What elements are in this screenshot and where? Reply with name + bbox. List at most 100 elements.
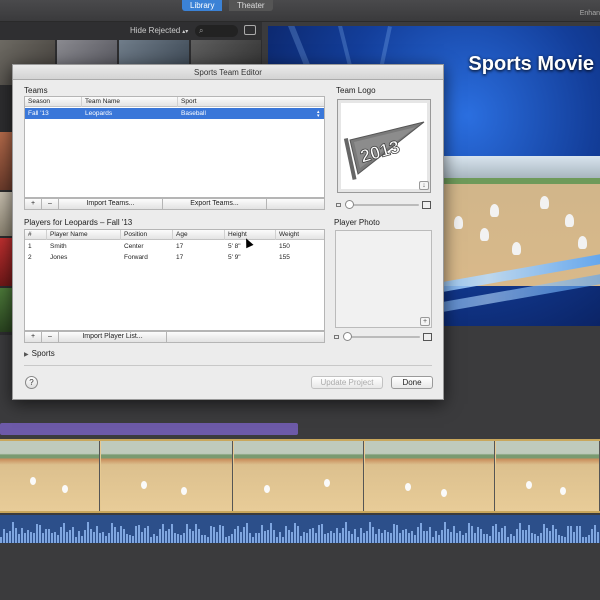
audio-waveform[interactable] xyxy=(0,515,600,543)
team-row[interactable]: Fall '13 Leopards Baseball ▴ ▾ xyxy=(25,108,324,119)
video-filmstrip[interactable] xyxy=(0,439,600,513)
remove-player-button[interactable]: – xyxy=(42,332,59,342)
add-photo-button[interactable]: + xyxy=(420,317,430,326)
clip-frame xyxy=(101,441,233,511)
export-teams-button[interactable]: Export Teams... xyxy=(163,199,267,209)
team-logo-well[interactable]: 2013 ↓ xyxy=(337,99,431,193)
player-row[interactable]: 2 Jones Forward 17 5' 9" 155 xyxy=(25,252,324,263)
logo-action-icon[interactable]: ↓ xyxy=(419,181,429,190)
slider-track xyxy=(346,204,419,206)
waveform-bar xyxy=(81,535,83,543)
waveform-bar xyxy=(468,523,470,543)
player-figure xyxy=(181,487,187,495)
search-input[interactable]: ⌕ xyxy=(195,25,238,37)
player-position-cell: Center xyxy=(124,243,144,250)
column-number[interactable]: # xyxy=(25,230,47,240)
column-player-name[interactable]: Player Name xyxy=(47,230,121,240)
remove-team-button[interactable]: – xyxy=(42,199,59,209)
waveform-bar xyxy=(423,531,425,543)
player-figure xyxy=(540,196,549,209)
waveform-bar xyxy=(315,532,317,543)
clip-thumbnail[interactable] xyxy=(0,132,12,190)
player-figure xyxy=(565,214,574,227)
team-name-cell: Leopards xyxy=(85,110,113,117)
waveform-bar xyxy=(252,536,254,543)
players-table[interactable]: # Player Name Position Age Height Weight… xyxy=(24,229,325,331)
small-image-icon xyxy=(334,335,339,339)
waveform-bar xyxy=(45,529,47,543)
waveform-bar xyxy=(501,528,503,543)
waveform-bar xyxy=(408,532,410,543)
waveform-bar xyxy=(273,529,275,543)
update-project-button[interactable]: Update Project xyxy=(311,376,383,389)
waveform-bar xyxy=(120,526,122,543)
player-number-cell: 2 xyxy=(28,254,32,261)
waveform-bar xyxy=(264,531,266,543)
column-weight[interactable]: Weight xyxy=(276,230,325,240)
waveform-bar xyxy=(555,529,557,543)
add-team-button[interactable]: + xyxy=(25,199,42,209)
logo-size-slider[interactable] xyxy=(336,200,431,210)
waveform-bar xyxy=(117,532,119,543)
column-age[interactable]: Age xyxy=(173,230,225,240)
waveform-bar xyxy=(588,534,590,543)
waveform-bar xyxy=(225,536,227,543)
player-row[interactable]: 1 Smith Center 17 5' 8" 150 xyxy=(25,241,324,252)
help-button[interactable]: ? xyxy=(25,376,38,389)
waveform-bar xyxy=(450,532,452,543)
waveform-bar xyxy=(432,536,434,543)
sport-popup-arrows-icon[interactable]: ▴ ▾ xyxy=(317,110,321,119)
import-teams-button[interactable]: Import Teams... xyxy=(59,199,163,209)
waveform-bar xyxy=(330,530,332,543)
theater-tab[interactable]: Theater xyxy=(229,0,273,11)
waveform-bar xyxy=(159,529,161,543)
waveform-bar xyxy=(48,529,50,543)
column-season[interactable]: Season xyxy=(25,97,82,107)
waveform-bar xyxy=(345,522,347,543)
waveform-bar xyxy=(126,533,128,543)
column-sport[interactable]: Sport xyxy=(178,97,325,107)
hide-rejected-select[interactable]: Hide Rejected ▴▾ xyxy=(130,26,188,35)
sports-disclosure[interactable]: ▶ Sports xyxy=(24,349,55,358)
player-figure xyxy=(454,216,463,229)
waveform-bar xyxy=(291,531,293,543)
disclosure-triangle-icon[interactable]: ▶ xyxy=(24,352,29,358)
title-clip-bar[interactable] xyxy=(0,423,298,435)
done-button[interactable]: Done xyxy=(391,376,433,389)
waveform-bar xyxy=(366,530,368,543)
enhance-label[interactable]: Enhan xyxy=(580,10,600,17)
player-photo-well[interactable]: + xyxy=(335,230,432,328)
waveform-bar xyxy=(540,533,542,543)
library-tab[interactable]: Library xyxy=(182,0,223,11)
waveform-bar xyxy=(507,536,509,543)
teams-table[interactable]: Season Team Name Sport Fall '13 Leopards… xyxy=(24,96,325,198)
waveform-bar xyxy=(195,524,197,543)
waveform-bar xyxy=(549,531,551,543)
slider-knob[interactable] xyxy=(343,332,352,341)
slider-knob[interactable] xyxy=(345,200,354,209)
waveform-bar xyxy=(480,528,482,543)
player-position-cell: Forward xyxy=(124,254,148,261)
import-player-list-button[interactable]: Import Player List... xyxy=(59,332,167,342)
column-team-name[interactable]: Team Name xyxy=(82,97,178,107)
clip-appearance-icon[interactable] xyxy=(244,25,256,35)
team-sport-cell[interactable]: Baseball xyxy=(178,108,206,119)
photo-size-slider[interactable] xyxy=(334,332,432,342)
add-player-button[interactable]: + xyxy=(25,332,42,342)
waveform-bar xyxy=(165,530,167,543)
waveform-bar xyxy=(453,526,455,543)
waveform-bar xyxy=(498,531,500,543)
clip-thumbnail[interactable] xyxy=(0,192,12,236)
movie-title-overlay: Sports Movie xyxy=(468,53,594,75)
waveform-bar xyxy=(309,529,311,543)
player-name-cell: Jones xyxy=(50,254,68,261)
waveform-bar xyxy=(78,531,80,543)
waveform-bar xyxy=(156,535,158,543)
waveform-bar xyxy=(303,532,305,543)
waveform-bar xyxy=(351,534,353,543)
column-position[interactable]: Position xyxy=(121,230,173,240)
clip-thumbnail[interactable] xyxy=(0,288,12,332)
waveform-bar xyxy=(216,531,218,543)
clip-thumbnail[interactable] xyxy=(0,238,12,286)
waveform-bar xyxy=(438,535,440,543)
